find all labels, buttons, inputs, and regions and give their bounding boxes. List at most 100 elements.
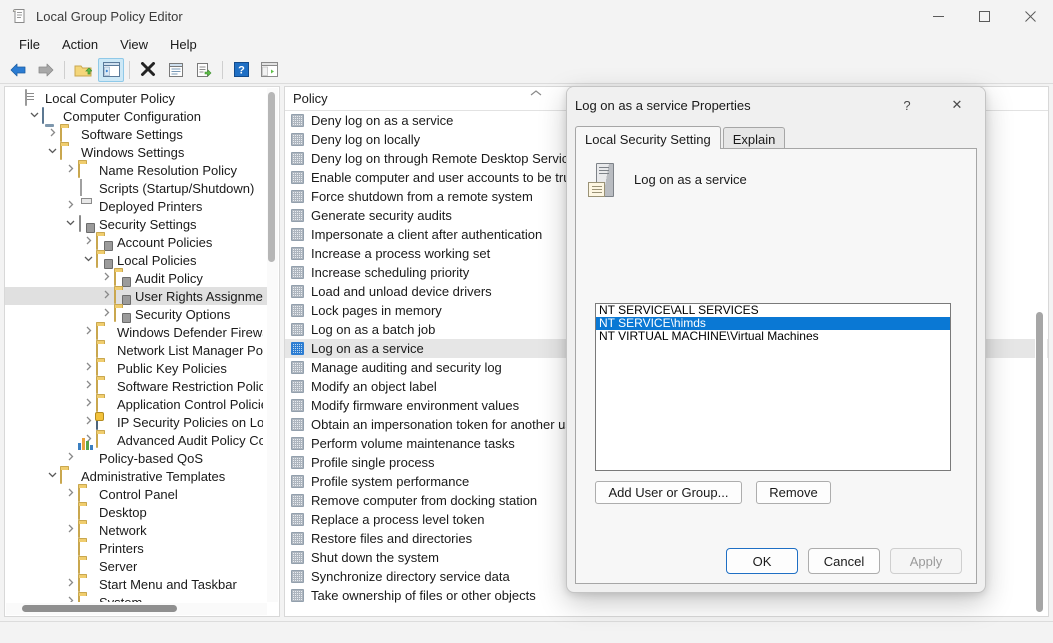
column-header-policy[interactable]: Policy	[285, 91, 328, 106]
minimize-button[interactable]	[915, 0, 961, 32]
menu-action[interactable]: Action	[51, 35, 109, 54]
dialog-help-icon[interactable]: ?	[887, 87, 927, 123]
maximize-button[interactable]	[961, 0, 1007, 32]
show-hide-tree-icon[interactable]	[98, 57, 124, 82]
help-icon[interactable]: ?	[228, 58, 254, 82]
tree-horizontal-scroll-thumb[interactable]	[22, 605, 177, 612]
tree-vertical-scroll-thumb[interactable]	[268, 92, 275, 262]
tree-item-user-rights-assignment[interactable]: User Rights Assignment	[5, 287, 267, 305]
tree-item-network[interactable]: Network	[5, 521, 267, 539]
tree-twisty-icon[interactable]	[98, 290, 114, 302]
ok-button[interactable]: OK	[726, 548, 798, 574]
tree-vertical-scrollbar[interactable]	[267, 88, 278, 602]
policy-name: Modify an object label	[311, 379, 437, 394]
tree-item-account-policies[interactable]: Account Policies	[5, 233, 267, 251]
tree-item-icon	[114, 287, 130, 304]
tree-twisty-icon[interactable]	[80, 380, 96, 392]
tree-twisty-icon[interactable]	[62, 200, 78, 212]
cancel-button[interactable]: Cancel	[808, 548, 880, 574]
close-button[interactable]	[1007, 0, 1053, 32]
tree-item-icon	[78, 179, 94, 196]
forward-icon[interactable]	[33, 58, 59, 82]
tree-twisty-icon[interactable]	[80, 362, 96, 374]
assigned-accounts-listbox[interactable]: NT SERVICE\ALL SERVICES NT SERVICE\himds N…	[595, 303, 951, 471]
back-icon[interactable]	[5, 58, 31, 82]
tree-item-software-settings[interactable]: Software Settings	[5, 125, 267, 143]
tree-item-software-restriction-policies[interactable]: Software Restriction Policies	[5, 377, 267, 395]
dialog-tabs: Local Security Setting Explain	[575, 126, 977, 149]
tree-horizontal-scrollbar[interactable]	[6, 603, 267, 615]
window-controls	[915, 0, 1053, 32]
tree-item-local-policies[interactable]: Local Policies	[5, 251, 267, 269]
tree-twisty-icon[interactable]	[62, 218, 78, 230]
tree-twisty-icon[interactable]	[44, 128, 60, 140]
policy-setting-icon	[290, 265, 306, 281]
policy-name: Manage auditing and security log	[311, 360, 502, 375]
tree-item-computer-configuration[interactable]: Computer Configuration	[5, 107, 267, 125]
tree-item-ip-security-policies-on-local-c[interactable]: IP Security Policies on Local C	[5, 413, 267, 431]
dialog-close-icon[interactable]: ✕	[937, 87, 977, 123]
export-list-icon[interactable]	[191, 58, 217, 82]
policy-name: Profile single process	[311, 455, 435, 470]
policy-name: Replace a process level token	[311, 512, 485, 527]
tree-item-printers[interactable]: Printers	[5, 539, 267, 557]
tree-item-audit-policy[interactable]: Audit Policy	[5, 269, 267, 287]
menu-file[interactable]: File	[8, 35, 51, 54]
tree-item-control-panel[interactable]: Control Panel	[5, 485, 267, 503]
tree-twisty-icon[interactable]	[26, 110, 42, 122]
tab-explain[interactable]: Explain	[722, 127, 786, 148]
tree-twisty-icon[interactable]	[80, 326, 96, 338]
tree-item-desktop[interactable]: Desktop	[5, 503, 267, 521]
tree-item-security-settings[interactable]: Security Settings	[5, 215, 267, 233]
up-folder-icon[interactable]	[70, 58, 96, 82]
tree-twisty-icon[interactable]	[98, 308, 114, 320]
tree-twisty-icon[interactable]	[62, 578, 78, 590]
properties-icon[interactable]	[163, 58, 189, 82]
remove-button[interactable]: Remove	[756, 481, 831, 504]
tree-item-icon	[96, 233, 112, 250]
delete-icon[interactable]	[135, 58, 161, 82]
tree-twisty-icon[interactable]	[62, 524, 78, 536]
tree-item-system[interactable]: System	[5, 593, 267, 602]
list-vertical-scroll-thumb[interactable]	[1036, 312, 1043, 612]
tree-item-policy-based-qos[interactable]: Policy-based QoS	[5, 438, 267, 467]
tree-twisty-icon[interactable]	[80, 236, 96, 248]
tree-item-name-resolution-policy[interactable]: Name Resolution Policy	[5, 161, 267, 179]
show-console-tree-icon[interactable]	[256, 58, 282, 82]
tree-item-start-menu-and-taskbar[interactable]: Start Menu and Taskbar	[5, 575, 267, 593]
add-user-or-group-button[interactable]: Add User or Group...	[595, 481, 742, 504]
menu-help[interactable]: Help	[159, 35, 208, 54]
tree-item-public-key-policies[interactable]: Public Key Policies	[5, 359, 267, 377]
tree-twisty-icon[interactable]	[62, 596, 78, 602]
tree-item-scripts-startup-shutdown[interactable]: Scripts (Startup/Shutdown)	[5, 179, 267, 197]
window-title: Local Group Policy Editor	[36, 8, 183, 24]
tree-item-windows-defender-firewall-wi[interactable]: Windows Defender Firewall wi	[5, 323, 267, 341]
policy-name: Force shutdown from a remote system	[311, 189, 533, 204]
tree-item-icon	[78, 161, 94, 178]
tree-twisty-icon[interactable]	[44, 146, 60, 158]
tree-item-security-options[interactable]: Security Options	[5, 305, 267, 323]
tree-item-administrative-templates[interactable]: Administrative Templates	[5, 467, 267, 485]
policy-name: Shut down the system	[311, 550, 439, 565]
tree-twisty-icon[interactable]	[62, 452, 78, 464]
policy-tree[interactable]: Local Computer Policy Computer Configurat…	[5, 89, 267, 602]
tree-item-advanced-audit-policy-config[interactable]: Advanced Audit Policy Config	[5, 431, 267, 449]
tab-local-security-setting[interactable]: Local Security Setting	[575, 126, 721, 149]
tree-item-local-computer-policy[interactable]: Local Computer Policy	[5, 89, 267, 107]
menu-view[interactable]: View	[109, 35, 159, 54]
tree-item-deployed-printers[interactable]: Deployed Printers	[5, 197, 267, 215]
tree-twisty-icon[interactable]	[80, 254, 96, 266]
list-vertical-scrollbar[interactable]	[1035, 112, 1047, 615]
list-item[interactable]: NT VIRTUAL MACHINE\Virtual Machines	[596, 330, 950, 343]
tree-twisty-icon[interactable]	[62, 488, 78, 500]
tree-item-application-control-policies[interactable]: Application Control Policies	[5, 395, 267, 413]
tree-item-server[interactable]: Server	[5, 557, 267, 575]
tree-twisty-icon[interactable]	[62, 164, 78, 176]
tree-twisty-icon[interactable]	[44, 470, 60, 482]
tree-item-label: Windows Settings	[81, 144, 185, 160]
tree-twisty-icon[interactable]	[80, 398, 96, 410]
tree-twisty-icon[interactable]	[80, 416, 96, 428]
tree-item-windows-settings[interactable]: Windows Settings	[5, 143, 267, 161]
tree-item-network-list-manager-policies[interactable]: Network List Manager Policies	[5, 341, 267, 359]
tree-twisty-icon[interactable]	[98, 272, 114, 284]
